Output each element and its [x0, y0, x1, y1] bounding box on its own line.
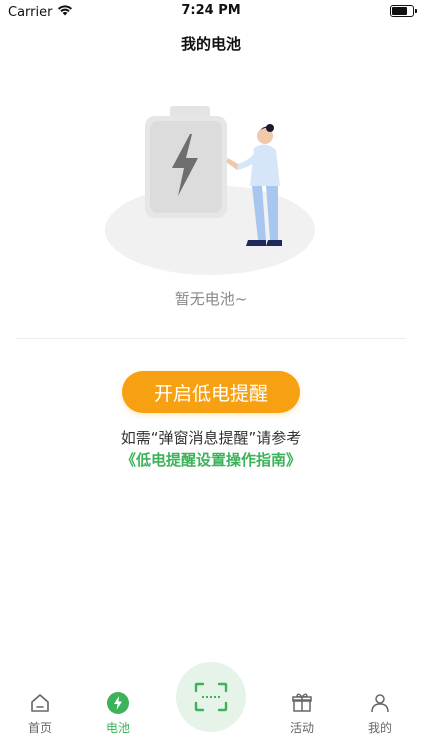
empty-battery-illustration: [105, 106, 315, 275]
popup-hint-text: 如需“弹窗消息提醒”请参考: [120, 429, 302, 447]
gift-icon: [292, 693, 312, 712]
tab-profile[interactable]: 我的: [350, 691, 410, 736]
scan-icon: [194, 682, 228, 712]
tab-profile-label: 我的: [367, 721, 392, 735]
scan-button[interactable]: [176, 662, 246, 732]
divider: [16, 338, 406, 339]
tab-home[interactable]: 首页: [10, 691, 70, 736]
home-icon: [31, 694, 49, 712]
tab-battery-label: 电池: [105, 721, 130, 735]
alert-settings-guide-link[interactable]: 《低电提醒设置操作指南》: [0, 449, 422, 470]
enable-low-battery-alert-button[interactable]: 开启低电提醒: [122, 371, 300, 413]
tab-home-label: 首页: [27, 721, 52, 735]
page-title: 我的电池: [180, 35, 241, 53]
battery-status-icon: [390, 5, 417, 17]
tab-activity[interactable]: 活动: [272, 691, 332, 736]
status-bar: Carrier 7:24 PM: [0, 0, 422, 22]
user-icon: [371, 694, 389, 713]
empty-state-text: 暂无电池~: [174, 290, 248, 308]
tab-battery[interactable]: 电池: [88, 691, 148, 736]
tab-activity-label: 活动: [289, 721, 314, 735]
status-time: 7:24 PM: [181, 3, 241, 18]
battery-bolt-icon: [107, 692, 129, 714]
